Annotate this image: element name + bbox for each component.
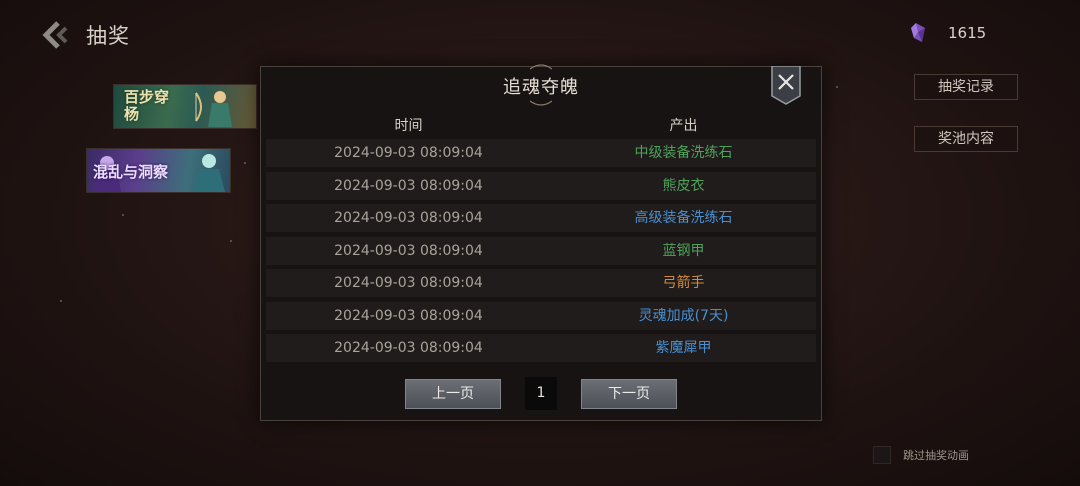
banner-label: 混乱与洞察 bbox=[93, 163, 169, 181]
dialog-title: 追魂夺魄 bbox=[503, 77, 579, 98]
row-time: 2024-09-03 08:09:04 bbox=[334, 340, 483, 356]
record-table: 时间 产出 2024-09-03 08:09:04 中级装备洗练石 2024-09-… bbox=[266, 111, 816, 367]
row-time: 2024-09-03 08:09:04 bbox=[334, 275, 483, 291]
sparkle-dot bbox=[836, 86, 838, 88]
sparkle-dot bbox=[230, 240, 232, 242]
header-output: 产出 bbox=[669, 118, 698, 134]
table-row: 2024-09-03 08:09:04 蓝钢甲 bbox=[266, 236, 816, 265]
row-time: 2024-09-03 08:09:04 bbox=[334, 307, 483, 324]
table-row: 2024-09-03 08:09:04 灵魂加成(7天) bbox=[266, 301, 816, 330]
row-time: 2024-09-03 08:09:04 bbox=[334, 242, 483, 259]
row-item: 紫魔犀甲 bbox=[655, 340, 712, 356]
table-row: 2024-09-03 08:09:04 弓箭手 bbox=[266, 269, 816, 297]
page-title: 抽奖 bbox=[86, 24, 130, 48]
archer-figure-icon bbox=[195, 91, 232, 127]
top-bar: 抽奖 1615 bbox=[0, 0, 1080, 64]
pool-content-button[interactable]: 奖池内容 bbox=[914, 126, 1018, 152]
purple-gem-icon bbox=[911, 23, 925, 42]
draw-record-dialog: 追魂夺魄 时间 产出 2024-09-03 08:09:04 中级装备洗练石 202… bbox=[260, 64, 822, 421]
ornament-bottom-icon bbox=[530, 100, 552, 106]
banner-label: 百步穿杨 bbox=[124, 88, 170, 123]
ornament-top-icon bbox=[530, 64, 552, 70]
row-item: 高级装备洗练石 bbox=[634, 210, 733, 226]
close-icon[interactable] bbox=[771, 66, 801, 106]
row-time: 2024-09-03 08:09:04 bbox=[334, 145, 483, 161]
sparkle-dot bbox=[122, 214, 124, 216]
pagination: 上一页 1 下一页 bbox=[261, 377, 821, 411]
table-header: 时间 产出 bbox=[266, 111, 816, 139]
next-page-button[interactable]: 下一页 bbox=[581, 379, 677, 409]
banner-chaos-insight[interactable]: 混乱与洞察 bbox=[86, 148, 231, 193]
row-item: 弓箭手 bbox=[662, 275, 705, 291]
row-item: 中级装备洗练石 bbox=[634, 145, 733, 161]
sparkle-dot bbox=[60, 300, 62, 302]
skip-animation-checkbox[interactable] bbox=[873, 446, 891, 464]
header-time: 时间 bbox=[394, 118, 423, 134]
table-row: 2024-09-03 08:09:04 紫魔犀甲 bbox=[266, 334, 816, 362]
row-item: 熊皮衣 bbox=[662, 177, 705, 194]
draw-record-button[interactable]: 抽奖记录 bbox=[914, 74, 1018, 100]
table-row: 2024-09-03 08:09:04 熊皮衣 bbox=[266, 171, 816, 200]
row-item: 蓝钢甲 bbox=[662, 242, 705, 259]
sparkle-dot bbox=[244, 162, 246, 164]
row-item: 灵魂加成(7天) bbox=[638, 307, 729, 324]
table-row: 2024-09-03 08:09:04 高级装备洗练石 bbox=[266, 204, 816, 232]
prev-page-button[interactable]: 上一页 bbox=[405, 379, 501, 409]
banner-hundred-steps[interactable]: 百步穿杨 bbox=[113, 84, 257, 129]
currency-amount: 1615 bbox=[948, 24, 987, 42]
table-row: 2024-09-03 08:09:04 中级装备洗练石 bbox=[266, 139, 816, 167]
dialog-header: 追魂夺魄 bbox=[261, 64, 821, 107]
row-time: 2024-09-03 08:09:04 bbox=[334, 210, 483, 226]
page-number: 1 bbox=[525, 377, 557, 410]
row-time: 2024-09-03 08:09:04 bbox=[334, 177, 483, 194]
skip-animation-label: 跳过抽奖动画 bbox=[903, 449, 969, 462]
back-chevron-icon[interactable] bbox=[40, 20, 70, 50]
